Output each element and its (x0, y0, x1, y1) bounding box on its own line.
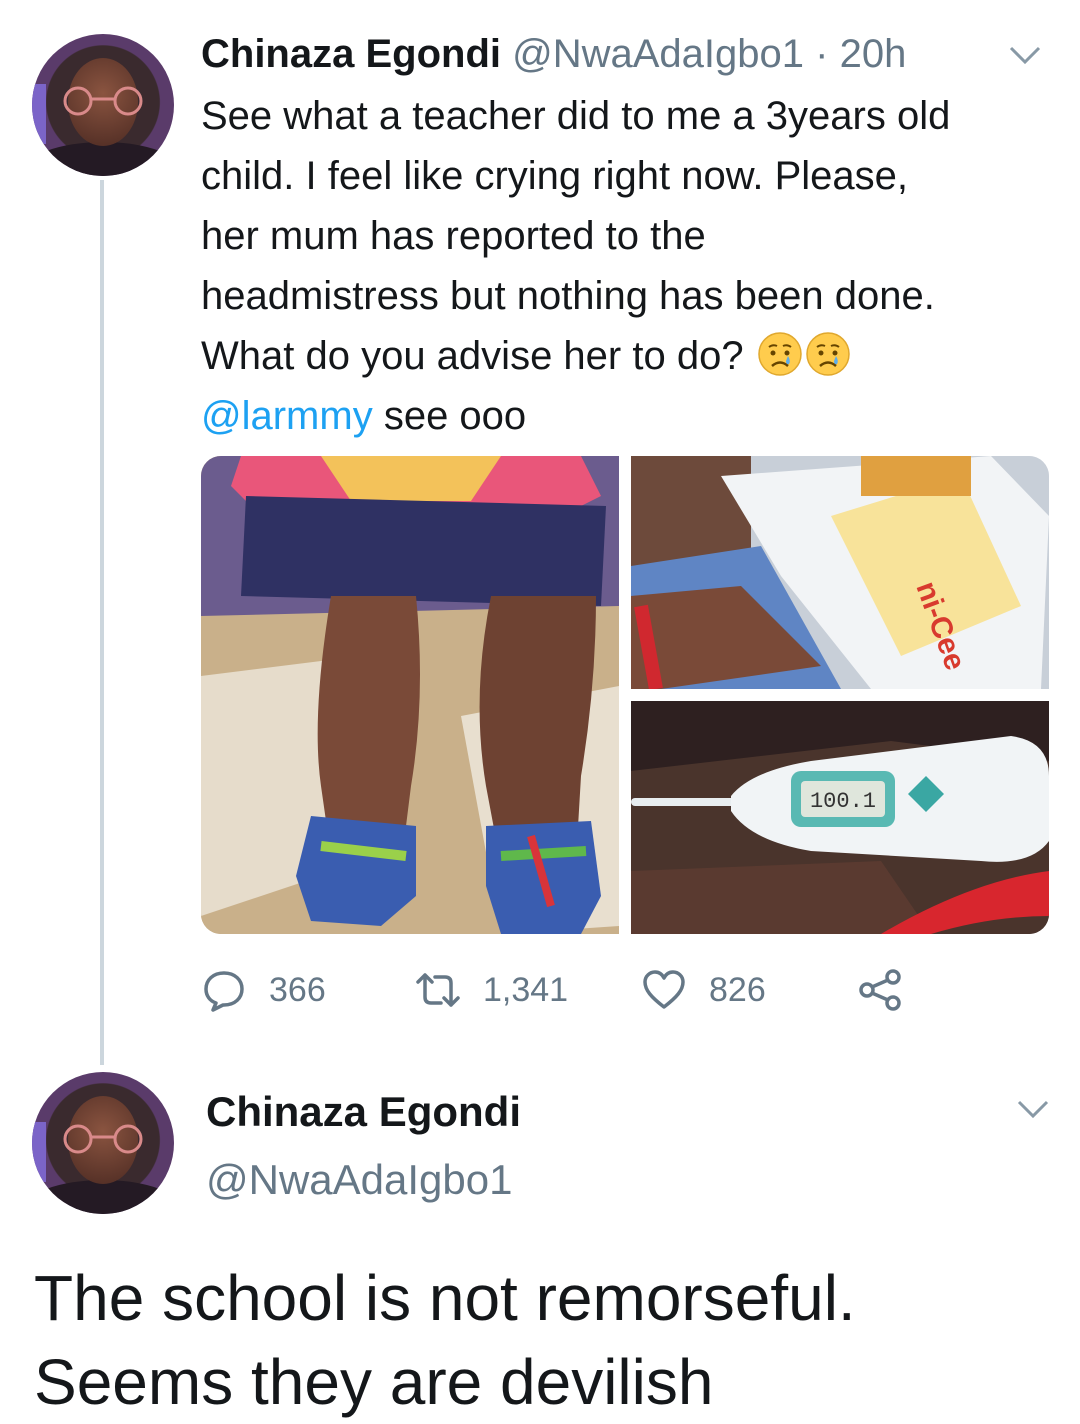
reply-text-line: Seems they are devilish (34, 1346, 714, 1418)
media-photo-legs[interactable] (201, 456, 619, 934)
tweet-actions-bar: 366 1,341 826 (201, 962, 921, 1018)
mention-link[interactable]: @larmmy (201, 394, 373, 438)
tweet-media-grid: ni-Cee 100.1 (201, 456, 1049, 934)
share-icon (859, 969, 901, 1011)
tweet-text-line: See what a teacher did to me a 3years ol… (201, 94, 951, 138)
media-photo-bag[interactable]: ni-Cee (631, 456, 1049, 689)
tweet-text: See what a teacher did to me a 3years ol… (201, 86, 1061, 446)
tweet-text-line: headmistress but nothing has been done. (201, 274, 935, 318)
crying-face-emoji-icon (757, 332, 802, 376)
reply-text: The school is not remorseful. Seems they… (34, 1256, 1054, 1424)
avatar-background (32, 1122, 46, 1182)
reply-bubble-icon (204, 971, 244, 1012)
retweet-icon (416, 973, 460, 1007)
reply-button[interactable]: 366 (201, 962, 326, 1018)
share-button[interactable] (857, 962, 903, 1018)
author-name[interactable]: Chinaza Egondi (201, 32, 501, 76)
reply-author-name[interactable]: Chinaza Egondi (206, 1088, 521, 1136)
retweet-button[interactable]: 1,341 (415, 962, 568, 1018)
thread-connector-line (100, 180, 104, 1065)
author-handle[interactable]: @NwaAdaIgbo1 (512, 32, 804, 76)
thermometer-reading: 100.1 (810, 789, 876, 814)
tweet-header: Chinaza Egondi @NwaAdaIgbo1 · 20h (201, 30, 906, 78)
crying-face-emoji-icon (805, 332, 850, 376)
tweet-text-line: child. I feel like crying right now. Ple… (201, 154, 909, 198)
retweet-count: 1,341 (483, 970, 569, 1009)
reply-count: 366 (269, 970, 326, 1009)
reply-author-avatar[interactable] (32, 1072, 174, 1214)
thermometer-photo-image: 100.1 (631, 701, 1049, 934)
reply-text-line: The school is not remorseful. (34, 1262, 856, 1334)
tweet-text-line: her mum has reported to the (201, 214, 706, 258)
reply-author-handle[interactable]: @NwaAdaIgbo1 (206, 1156, 513, 1204)
avatar-glasses (63, 86, 143, 116)
avatar-glasses (63, 1124, 143, 1154)
media-photo-thermometer[interactable]: 100.1 (631, 701, 1049, 934)
legs-photo-image (201, 456, 619, 934)
mention-suffix: see ooo (372, 394, 527, 438)
bag-photo-image: ni-Cee (631, 456, 1049, 689)
like-count: 826 (709, 970, 766, 1009)
avatar-clothing (32, 1180, 174, 1214)
avatar-background (32, 84, 46, 144)
heart-icon (643, 970, 685, 1009)
tweet-text-line-mention: @larmmy see ooo (201, 386, 1061, 446)
avatar-clothing (32, 142, 174, 176)
tweet-text-line: What do you advise her to do? (201, 334, 744, 378)
tweet-text-line-with-emoji: What do you advise her to do? (201, 326, 1061, 386)
header-separator: · (815, 32, 829, 76)
tweet-timestamp[interactable]: 20h (840, 32, 907, 76)
chevron-down-icon[interactable] (1008, 44, 1042, 66)
like-button[interactable]: 826 (641, 962, 766, 1018)
chevron-down-icon[interactable] (1016, 1098, 1050, 1120)
author-avatar[interactable] (32, 34, 174, 176)
